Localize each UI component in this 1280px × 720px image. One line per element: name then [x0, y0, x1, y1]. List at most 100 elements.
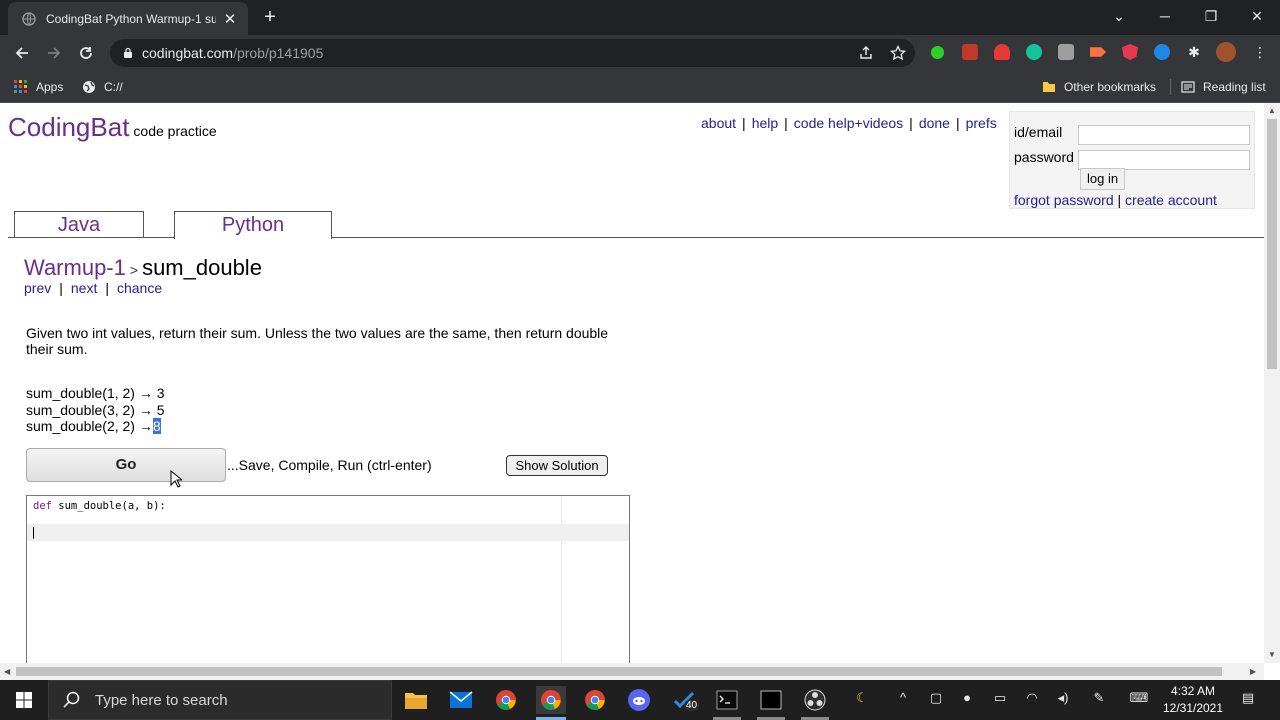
code-keyword: def — [33, 500, 52, 512]
profile-avatar[interactable] — [1216, 42, 1236, 62]
id-email-input[interactable] — [1078, 125, 1250, 145]
discord-icon[interactable] — [625, 686, 653, 714]
problem-title: sum_double — [142, 255, 262, 280]
password-input[interactable] — [1078, 150, 1250, 170]
log-in-button[interactable]: log in — [1080, 168, 1126, 190]
clock[interactable]: 4:32 AM 12/31/2021 — [1160, 683, 1226, 717]
lock-icon — [124, 47, 132, 58]
address-bar[interactable]: codingbat.com/prob/p141905 — [110, 39, 915, 67]
browser-tab[interactable]: CodingBat Python Warmup-1 sum ✕ — [8, 2, 248, 35]
chance-link[interactable]: chance — [117, 280, 162, 296]
create-account-link[interactable]: create account — [1125, 192, 1217, 208]
extension-green-dot-icon[interactable] — [931, 46, 944, 59]
example-call: sum_double(1, 2) — [26, 385, 135, 401]
active-line — [27, 524, 629, 541]
go-button[interactable]: Go — [26, 448, 226, 482]
site-logo[interactable]: CodingBat code practice — [8, 112, 217, 143]
extension-blue-icon[interactable] — [1154, 44, 1170, 60]
windows-taskbar: Type here to search 40 ☾ ^ ▢ ● ▭ ◠ ◂) ✎ … — [0, 680, 1280, 720]
section-link[interactable]: Warmup-1 — [24, 255, 126, 280]
code-line: def sum_double(a, b): — [33, 500, 166, 512]
code-editor[interactable]: def sum_double(a, b): — [26, 495, 630, 663]
share-icon[interactable] — [858, 45, 874, 61]
keyboard-icon[interactable]: ⌨ — [1124, 690, 1154, 710]
other-bookmarks[interactable]: Other bookmarks — [1042, 78, 1156, 96]
device-icon[interactable]: ▢ — [926, 690, 946, 710]
example-result-selected: 8 — [152, 418, 161, 434]
file-explorer-icon[interactable] — [402, 686, 430, 714]
menu-kebab-icon[interactable]: ⋮ — [1252, 44, 1268, 60]
minimize-icon[interactable]: ─ — [1142, 0, 1188, 32]
pen-icon[interactable]: ✎ — [1089, 690, 1109, 710]
extension-red-book-icon[interactable] — [962, 44, 978, 60]
new-tab-icon[interactable]: + — [258, 6, 282, 30]
reading-list[interactable]: Reading list — [1181, 78, 1266, 96]
mail-icon[interactable] — [447, 686, 475, 714]
bookmark-c-drive[interactable]: C:// — [82, 78, 123, 96]
examples-list: sum_double(1, 2) → 3 sum_double(3, 2) → … — [26, 385, 165, 435]
show-solution-button[interactable]: Show Solution — [506, 455, 608, 476]
vertical-scrollbar[interactable]: ▲ ▼ — [1264, 103, 1280, 663]
extensions-puzzle-icon[interactable]: ✱ — [1186, 44, 1202, 60]
taskbar-search-box[interactable]: Type here to search — [48, 680, 392, 720]
bookmark-apps[interactable]: Apps — [14, 78, 63, 96]
terminal-icon[interactable] — [713, 686, 741, 714]
chrome-profile-icon[interactable] — [581, 686, 609, 714]
notifications-icon[interactable]: ▤ — [1238, 690, 1258, 710]
windows-start-icon[interactable] — [0, 680, 48, 720]
battery-icon[interactable]: ▭ — [990, 690, 1010, 710]
wifi-icon[interactable]: ◠ — [1022, 690, 1042, 710]
breadcrumb: Warmup-1 > sum_double — [24, 255, 262, 281]
volume-icon[interactable]: ◂) — [1053, 690, 1073, 710]
chrome-icon[interactable] — [492, 686, 520, 714]
obs-icon[interactable] — [801, 686, 829, 714]
next-link[interactable]: next — [71, 280, 97, 296]
about-link[interactable]: about — [701, 115, 736, 131]
browser-toolbar: codingbat.com/prob/p141905 — [0, 35, 1280, 71]
scrollbar-thumb[interactable] — [16, 667, 1222, 676]
search-icon — [63, 691, 80, 708]
bookmarks-bar: Apps C:// Other bookmarks Reading list — [0, 71, 1280, 103]
restore-icon[interactable]: ❐ — [1188, 0, 1234, 32]
show-hidden-icons-chevron-icon[interactable]: ^ — [893, 690, 913, 710]
forward-icon[interactable] — [40, 39, 68, 67]
tab-close-icon[interactable]: ✕ — [222, 10, 238, 28]
grammarly-icon[interactable] — [1026, 44, 1042, 60]
back-icon[interactable] — [8, 39, 36, 67]
help-link[interactable]: help — [752, 115, 778, 131]
scroll-up-icon[interactable]: ▲ — [1268, 106, 1276, 115]
forgot-password-link[interactable]: forgot password — [1014, 192, 1114, 208]
problem-description: Given two int values, return their sum. … — [26, 325, 609, 357]
scroll-left-icon[interactable]: ◀ — [4, 667, 10, 676]
prefs-link[interactable]: prefs — [966, 115, 997, 131]
code-help-videos-link[interactable]: code help+videos — [794, 115, 903, 131]
bookmark-star-icon[interactable] — [890, 45, 906, 61]
scroll-right-icon[interactable]: ▶ — [1250, 667, 1256, 676]
scroll-down-icon[interactable]: ▼ — [1268, 650, 1276, 659]
prev-link[interactable]: prev — [24, 280, 51, 296]
horizontal-scrollbar[interactable]: ◀ ▶ — [0, 663, 1264, 680]
done-link[interactable]: done — [919, 115, 950, 131]
print-margin — [561, 496, 562, 663]
tasks-icon[interactable]: 40 — [670, 686, 700, 714]
link-separator: | — [909, 115, 913, 131]
night-light-icon[interactable]: ☾ — [852, 690, 872, 710]
extension-k-icon[interactable] — [1058, 44, 1074, 60]
tab-python[interactable]: Python — [174, 211, 332, 239]
link-separator: | — [784, 115, 788, 131]
tab-java[interactable]: Java — [14, 211, 144, 238]
folder-icon — [1043, 82, 1055, 92]
id-email-label: id/email — [1014, 124, 1063, 140]
globe-icon — [22, 11, 36, 26]
reload-icon[interactable] — [72, 39, 100, 67]
password-label: password — [1014, 149, 1074, 165]
scrollbar-thumb[interactable] — [1267, 119, 1277, 369]
command-prompt-icon[interactable] — [757, 686, 785, 714]
close-window-icon[interactable]: ✕ — [1234, 0, 1280, 32]
go-hint: ...Save, Compile, Run (ctrl-enter) — [227, 457, 432, 473]
chrome-active-icon[interactable] — [536, 686, 566, 714]
microphone-icon[interactable]: ● — [957, 690, 977, 710]
example-call: sum_double(2, 2) — [26, 418, 135, 434]
tab-search-chevron-icon[interactable]: ⌄ — [1096, 0, 1142, 32]
extension-hand-icon[interactable] — [994, 44, 1010, 60]
